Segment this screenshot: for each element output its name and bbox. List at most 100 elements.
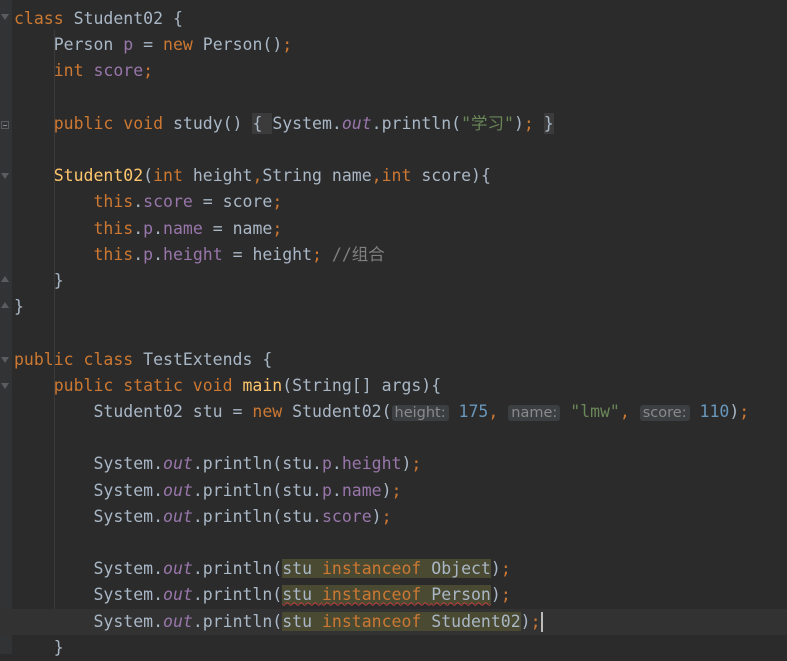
code-area[interactable]: class Student02 { Person p = new Person(… (0, 0, 787, 657)
code-line-text: } (14, 635, 64, 661)
code-line[interactable] (0, 320, 787, 346)
keyword-token: public class (14, 349, 144, 369)
code-token: System. (14, 480, 164, 500)
code-line[interactable] (0, 137, 787, 163)
punctuation-token: ; (530, 611, 541, 631)
code-line[interactable]: System.out.println(stu.score); (0, 504, 787, 530)
code-line-text: public class TestExtends { (14, 347, 272, 373)
static-field-token: out (341, 113, 372, 133)
code-token: System. (14, 506, 164, 526)
keyword-token: public void (14, 113, 173, 133)
code-line-text: this.p.name = name; (14, 216, 282, 242)
code-line[interactable]: class Student02 { (0, 6, 787, 32)
code-editor[interactable]: class Student02 { Person p = new Person(… (0, 0, 787, 657)
field-token: name (163, 218, 203, 238)
code-token: (String[] args){ (282, 375, 442, 395)
punctuation-token: ; (143, 61, 154, 81)
static-field-token: out (163, 559, 193, 579)
number-literal: 175 (448, 402, 489, 421)
code-line[interactable]: int score; (0, 58, 787, 84)
code-line[interactable]: System.out.println(stu instanceof Object… (0, 556, 787, 582)
code-token: Person() (202, 35, 283, 55)
code-token: () (222, 113, 253, 133)
code-token: System. (14, 611, 164, 631)
code-line[interactable]: Student02(int height,String name,int sco… (0, 163, 787, 189)
punctuation-token: ; (739, 402, 750, 421)
code-line-text: System.out.println(stu.p.name); (14, 478, 401, 504)
number-literal: 110 (689, 402, 730, 421)
field-token: score (93, 61, 144, 81)
code-token: Person (14, 35, 124, 55)
code-line[interactable]: System.out.println(stu instanceof Person… (0, 582, 787, 608)
code-line[interactable]: public static void main(String[] args){ (0, 373, 787, 399)
parameter-hint: score: (639, 405, 690, 421)
keyword-token: int (153, 166, 193, 186)
code-line[interactable] (0, 85, 787, 111)
code-token: . (133, 192, 144, 212)
code-line[interactable] (0, 425, 787, 451)
code-token: = name (202, 218, 273, 238)
code-line-text: System.out.println(stu instanceof Studen… (14, 609, 543, 635)
method-name-token: main (242, 375, 283, 395)
code-line-text: public void study() { System.out.println… (14, 111, 554, 137)
code-line-text: Student02 stu = new Student02(height: 17… (14, 399, 749, 426)
code-token: ) (401, 454, 412, 474)
punctuation-token: , (488, 402, 509, 421)
folded-code-brace[interactable]: } (543, 112, 554, 134)
code-line[interactable]: this.p.height = height; //组合 (0, 242, 787, 268)
code-token: ) (490, 585, 501, 605)
code-line-text: System.out.println(stu instanceof Person… (14, 582, 511, 608)
code-line[interactable]: Student02 stu = new Student02(height: 17… (0, 399, 787, 425)
code-line[interactable]: Person p = new Person(); (0, 32, 787, 58)
code-line-text: public static void main(String[] args){ (14, 373, 441, 399)
field-token: p (143, 244, 154, 264)
code-token: .println( (192, 611, 283, 631)
code-token: .println( (192, 585, 283, 605)
code-line[interactable]: public void study() { System.out.println… (0, 111, 787, 137)
code-token: .println(stu. (192, 454, 322, 474)
punctuation-token: ; (500, 585, 511, 605)
code-line-text: System.out.println(stu.p.height); (14, 451, 421, 477)
code-token: String name (262, 166, 372, 186)
code-line[interactable]: public class TestExtends { (0, 347, 787, 373)
code-token: .println( (192, 559, 283, 579)
code-line[interactable]: } (0, 294, 787, 320)
punctuation-token: , (252, 166, 263, 186)
code-line-text: this.p.height = height; //组合 (14, 242, 384, 268)
punctuation-token: , (619, 402, 640, 421)
parameter-hint: name: (508, 405, 561, 421)
code-token: } (14, 297, 24, 317)
code-line[interactable]: } (0, 268, 787, 294)
code-line[interactable]: System.out.println(stu.p.height); (0, 451, 787, 477)
punctuation-token: ; (391, 480, 402, 500)
code-line[interactable]: } (0, 635, 787, 661)
code-token: Student02( (292, 402, 392, 421)
code-line[interactable]: this.score = score; (0, 189, 787, 215)
code-token: . (153, 218, 164, 238)
code-line-text: Person p = new Person(); (14, 32, 292, 58)
code-line[interactable]: System.out.println(stu instanceof Studen… (0, 608, 787, 635)
static-field-token: out (163, 506, 193, 526)
field-token: p (321, 454, 332, 474)
code-token: = height (222, 244, 313, 264)
code-token: TestExtends { (143, 349, 273, 369)
code-token: ) (520, 611, 531, 631)
punctuation-token: ; (381, 506, 392, 526)
code-line[interactable] (0, 530, 787, 556)
code-line[interactable]: this.p.name = name; (0, 216, 787, 242)
code-line[interactable]: System.out.println(stu.p.name); (0, 478, 787, 504)
code-token: . (331, 480, 342, 500)
code-token: height (192, 166, 253, 186)
code-token: . (153, 244, 164, 264)
code-token: System. (272, 113, 342, 133)
field-token: p (123, 35, 134, 55)
folded-code-brace[interactable]: { (252, 112, 273, 134)
code-line-text: int score; (14, 58, 153, 84)
field-token: height (341, 454, 402, 474)
keyword-token: public static void (14, 375, 243, 395)
keyword-token: this (14, 218, 134, 238)
code-token: .println(stu. (192, 480, 322, 500)
punctuation-token: ; (272, 218, 283, 238)
code-line-text: Student02(int height,String name,int sco… (14, 163, 491, 189)
keyword-token: int (14, 61, 94, 81)
